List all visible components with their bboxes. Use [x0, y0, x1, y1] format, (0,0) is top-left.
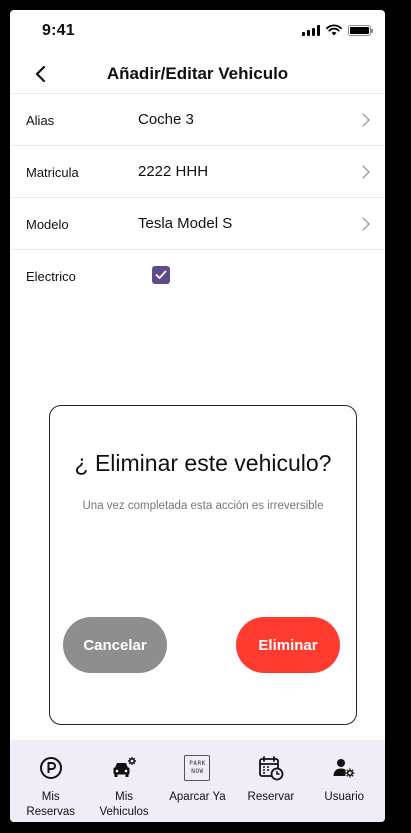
chevron-right-icon	[362, 165, 370, 179]
modelo-row[interactable]: Modelo Tesla Model S	[10, 198, 385, 250]
tab-aparcar-ya[interactable]: PARK NOW Aparcar Ya	[161, 740, 233, 822]
user-settings-icon	[330, 754, 358, 782]
tab-reservar[interactable]: Reservar	[235, 740, 307, 822]
tab-mis-reservas[interactable]: Mis Reservas	[15, 740, 87, 822]
tab-label: Aparcar Ya	[169, 791, 226, 803]
electrico-checkbox[interactable]	[152, 266, 170, 284]
status-time: 9:41	[42, 22, 75, 39]
electrico-row: Electrico	[10, 250, 385, 302]
tab-mis-vehiculos[interactable]: Mis Vehiculos	[88, 740, 160, 822]
modelo-value: Tesla Model S	[138, 215, 233, 232]
electrico-label: Electrico	[26, 269, 76, 284]
signal-icon	[302, 24, 320, 36]
page-title: Añadir/Editar Vehiculo	[106, 64, 289, 83]
cancel-button[interactable]: Cancelar	[63, 617, 167, 673]
matricula-value: 2222 HHH	[138, 163, 209, 180]
tab-label: Usuario	[324, 791, 365, 803]
tab-label: Mis Vehiculos	[99, 791, 149, 818]
battery-icon	[348, 24, 373, 36]
matricula-row[interactable]: Matricula 2222 HHH	[10, 146, 385, 198]
park-now-text-2: NOW	[191, 768, 204, 775]
dialog-message: Una vez completada esta acción es irreve…	[82, 500, 324, 512]
park-now-icon: PARK NOW	[183, 754, 211, 782]
vehicle-form: Alias Coche 3 Matricula 2222 HHH Modelo …	[10, 94, 385, 302]
header: Añadir/Editar Vehiculo	[10, 54, 385, 94]
calendar-clock-icon	[257, 754, 285, 782]
dialog-title: ¿ Eliminar este vehiculo?	[74, 450, 332, 476]
modelo-label: Modelo	[26, 217, 69, 232]
status-icons	[302, 24, 373, 36]
parking-circle-icon	[37, 754, 65, 782]
tab-usuario[interactable]: Usuario	[308, 740, 380, 822]
tab-bar: Mis Reservas Mis Vehiculos PARK NOW Apar…	[10, 740, 385, 822]
park-now-text-1: PARK	[189, 760, 206, 767]
matricula-label: Matricula	[26, 165, 79, 180]
tab-label: Mis Reservas	[26, 791, 75, 818]
chevron-right-icon	[362, 217, 370, 231]
car-settings-icon	[110, 754, 138, 782]
checkmark-icon	[155, 270, 167, 279]
alias-value: Coche 3	[138, 111, 194, 128]
delete-button[interactable]: Eliminar	[236, 617, 340, 673]
status-bar: 9:41	[10, 10, 385, 54]
delete-confirm-dialog: ¿ Eliminar este vehiculo? Una vez comple…	[49, 405, 357, 725]
chevron-right-icon	[362, 113, 370, 127]
phone-screen: 9:41 Añadir/Editar Vehiculo Alias Coche …	[10, 10, 385, 822]
alias-label: Alias	[26, 113, 55, 128]
alias-row[interactable]: Alias Coche 3	[10, 94, 385, 146]
tab-label: Reservar	[247, 791, 295, 803]
wifi-icon	[326, 24, 342, 36]
